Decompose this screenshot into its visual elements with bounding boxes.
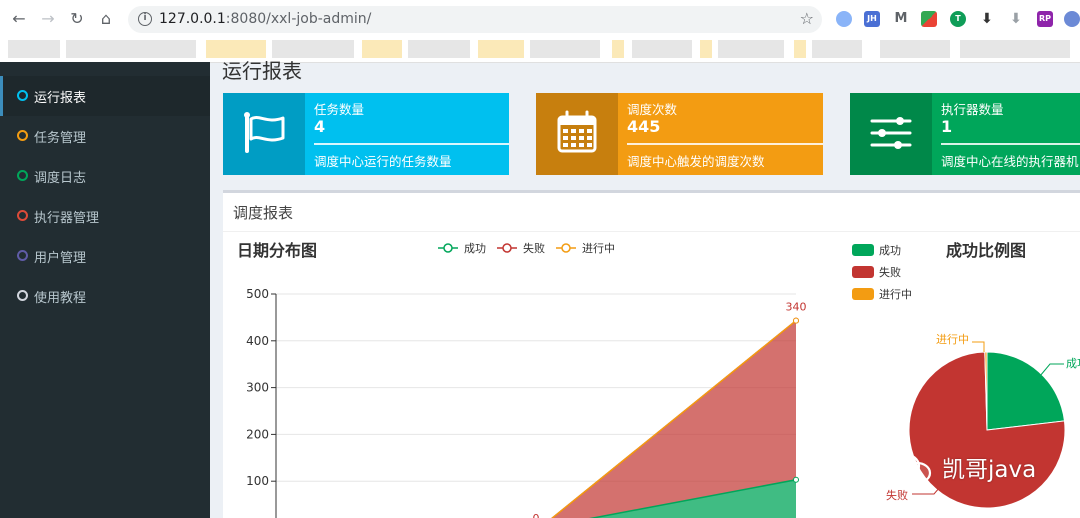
legend-label: 进行中 xyxy=(879,288,912,301)
watermark: 凯哥java xyxy=(884,448,1036,488)
charts-canvas: 日期分布图 成功失败进行中 100200300400500 0340 成功比例图… xyxy=(237,241,1080,518)
data-label: 0 xyxy=(533,512,540,518)
y-tick-label: 500 xyxy=(246,287,269,301)
legend-label: 进行中 xyxy=(582,242,615,255)
area-失败 xyxy=(552,320,796,518)
wechat-icon xyxy=(887,452,932,485)
legend-label: 失败 xyxy=(523,241,545,255)
pie-outer-label: 成功 xyxy=(1066,357,1080,370)
legend-marker xyxy=(443,243,453,253)
data-point xyxy=(793,476,799,483)
pie-chart-legend: 成功失败进行中 xyxy=(852,244,912,301)
legend-swatch xyxy=(852,244,874,256)
data-label: 340 xyxy=(786,301,807,314)
legend-label: 成功 xyxy=(464,242,486,255)
y-tick-label: 200 xyxy=(246,427,269,441)
label-leader xyxy=(1039,363,1064,377)
y-tick-label: 100 xyxy=(246,474,269,488)
watermark-text: 凯哥java xyxy=(942,457,1037,483)
label-leader xyxy=(972,341,985,352)
data-point xyxy=(793,317,799,324)
legend-marker xyxy=(561,243,571,253)
y-tick-label: 300 xyxy=(246,381,269,395)
legend-marker xyxy=(502,243,512,253)
legend-swatch xyxy=(852,288,874,300)
pie-outer-label: 进行中 xyxy=(936,333,969,346)
legend-swatch xyxy=(852,266,874,278)
pie-outer-label: 失败 xyxy=(886,488,908,502)
line-chart-legend: 成功 失败 进行中 xyxy=(438,241,615,255)
y-tick-label: 400 xyxy=(246,334,269,348)
line-chart-title: 日期分布图 xyxy=(237,241,317,260)
legend-label: 成功 xyxy=(879,244,901,257)
legend-label: 失败 xyxy=(879,265,901,279)
pie-chart-title: 成功比例图 xyxy=(946,241,1026,260)
line-chart-areas xyxy=(551,317,799,518)
